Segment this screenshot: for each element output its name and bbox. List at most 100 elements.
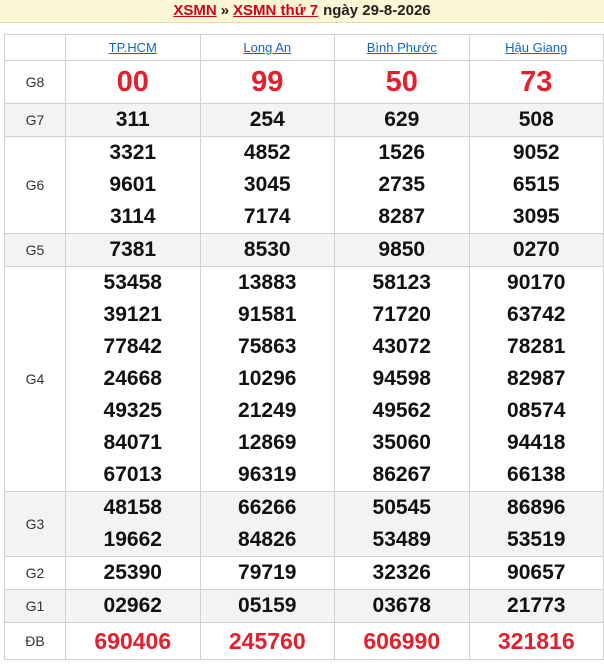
prize-cell: 02962 [65,589,201,623]
prize-label: G4 [4,266,66,492]
prize-cell: 21773 [468,589,604,623]
prize-row-g4: G4 53458 39121 77842 24668 49325 84071 67013 138… [4,266,604,492]
province-header: Long An [199,34,335,61]
prize-number: 690406 [94,628,172,654]
prize-number: 99 [251,66,284,98]
xsmn-thu7-link[interactable]: XSMN thứ 7 [233,2,318,19]
prize-number: 35060 [372,431,431,454]
prize-cell: 50545 53489 [334,491,470,557]
prize-cell: 0270 [468,233,604,267]
prize-number: 19662 [103,528,162,551]
prize-number: 9601 [109,173,157,196]
prize-number: 94598 [372,367,431,390]
prize-number: 4852 [243,141,291,164]
prize-number: 8530 [243,238,291,261]
prize-number: 629 [384,108,420,131]
prize-number: 05159 [238,594,297,617]
prize-number: 508 [518,108,554,131]
prize-number: 21249 [238,399,297,422]
prize-cell: 50 [334,60,470,104]
prize-number: 94418 [507,431,566,454]
prize-number: 67013 [103,463,162,486]
prize-cell: 58123 71720 43072 94598 49562 35060 86267 [334,266,470,492]
prize-number: 39121 [103,303,162,326]
prize-number: 0270 [512,238,560,261]
prize-number: 63742 [507,303,566,326]
prize-label: G6 [4,136,66,234]
prize-number: 9052 [512,141,560,164]
prize-cell: 1526 2735 8287 [334,136,470,234]
prize-cell: 3321 9601 3114 [65,136,201,234]
prize-label: G7 [4,103,66,137]
prize-row-g1: G1 02962 05159 03678 21773 [4,589,604,623]
prize-number: 50 [385,66,418,98]
prize-cell: 311 [65,103,201,137]
province-link[interactable]: Bình Phước [367,40,437,55]
prize-cell: 7381 [65,233,201,267]
prize-number: 91581 [238,303,297,326]
province-header: Bình Phước [334,34,470,61]
prize-number: 79719 [238,561,297,584]
province-link[interactable]: Long An [243,40,291,55]
prize-cell: 86896 53519 [468,491,604,557]
prize-number: 58123 [372,271,431,294]
prize-label: G1 [4,589,66,623]
prize-row-đb: ĐB 690406 245760 606990 321816 [4,622,604,660]
prize-number: 66266 [238,496,297,519]
prize-number: 8287 [378,205,426,228]
prize-number: 245760 [228,628,306,654]
prize-number: 3321 [109,141,157,164]
prize-number: 90657 [507,561,566,584]
prize-number: 03678 [372,594,431,617]
prize-number: 90170 [507,271,566,294]
page-title: XSMN» XSMN thứ 7 ngày 29-8-2026 [0,0,604,23]
prize-number: 77842 [103,335,162,358]
prize-label: G5 [4,233,66,267]
prize-number: 25390 [103,561,162,584]
prize-row-g8: G8 00 99 50 73 [4,60,604,104]
prize-number: 02962 [103,594,162,617]
xsmn-link[interactable]: XSMN [173,2,216,19]
province-header: Hậu Giang [468,34,604,61]
prize-number: 84071 [103,431,162,454]
prize-number: 75863 [238,335,297,358]
prize-cell: 66266 84826 [199,491,335,557]
prize-number: 1526 [378,141,426,164]
prize-number: 84826 [238,528,297,551]
prize-cell: 4852 3045 7174 [199,136,335,234]
draw-date: ngày 29-8-2026 [323,2,431,19]
prize-number: 311 [115,108,150,131]
prize-number: 7381 [109,238,157,261]
prize-row-g7: G7 311 254 629 508 [4,103,604,137]
prize-number: 50545 [372,496,431,519]
prize-number: 86896 [507,496,566,519]
prize-number: 9850 [378,238,426,261]
prize-cell: 32326 [334,556,470,590]
prize-cell: 8530 [199,233,335,267]
breadcrumb-separator: » [220,2,230,19]
prize-label: G3 [4,491,66,557]
prize-number: 3114 [109,205,156,228]
prize-cell: 00 [65,60,201,104]
prize-label: G8 [4,60,66,104]
prize-number: 71720 [372,303,431,326]
prize-number: 66138 [507,463,566,486]
prize-number: 96319 [238,463,297,486]
prize-cell: 254 [199,103,335,137]
province-link[interactable]: TP.HCM [109,40,157,55]
prize-cell: 13883 91581 75863 10296 21249 12869 96319 [199,266,335,492]
prize-cell: 606990 [334,622,470,660]
prize-cell: 05159 [199,589,335,623]
prize-cell: 9052 6515 3095 [468,136,604,234]
prize-number: 53519 [507,528,566,551]
province-link[interactable]: Hậu Giang [505,40,567,55]
prize-number: 48158 [103,496,162,519]
province-header: TP.HCM [65,34,201,61]
prize-cell: 9850 [334,233,470,267]
prize-number: 53458 [103,271,162,294]
results-table: TP.HCM Long An Bình Phước Hậu Giang G8 00… [4,34,604,660]
prize-number: 78281 [507,335,566,358]
prize-row-g6: G6 3321 9601 3114 4852 3045 7174 1526 2735 8287 90… [4,136,604,234]
prize-number: 13883 [238,271,297,294]
header-blank [4,34,66,61]
